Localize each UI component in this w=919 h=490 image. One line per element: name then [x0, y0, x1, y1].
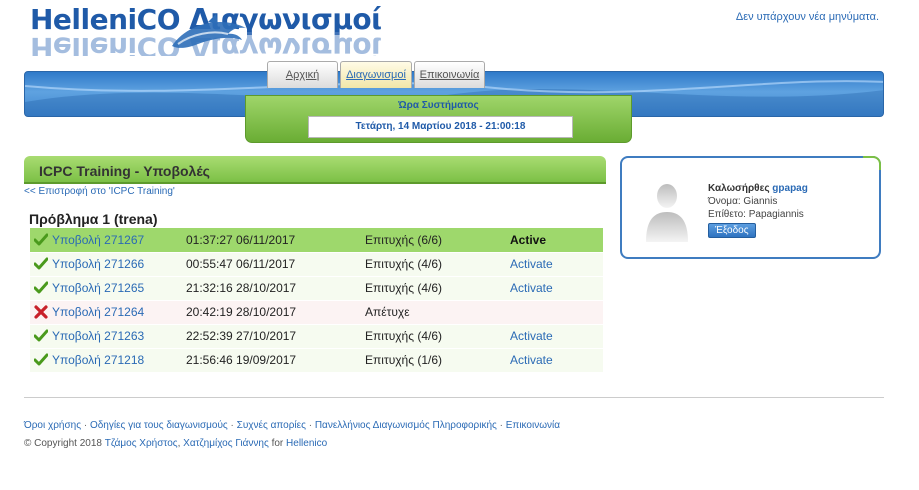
tab-contact[interactable]: Επικοινωνία	[414, 61, 485, 88]
row-status-icon-cell	[30, 276, 52, 301]
submission-time: 20:42:19 28/10/2017	[186, 300, 365, 325]
submission-link[interactable]: Υποβολή 271218	[52, 353, 144, 367]
check-icon	[34, 329, 48, 343]
panel-corner-decoration	[863, 156, 881, 170]
footer-link-faq[interactable]: Συχνές απορίες	[237, 420, 306, 431]
page-title: ICPC Training - Υποβολές	[39, 163, 210, 179]
cross-icon	[34, 305, 48, 320]
activate-link[interactable]: Activate	[510, 257, 553, 271]
footer-separator: ·	[230, 420, 234, 431]
author-separator: ,	[177, 438, 181, 449]
row-status-icon-cell	[30, 300, 52, 325]
messages-notice[interactable]: Δεν υπάρχουν νέα μηνύματα.	[736, 11, 879, 23]
main-panel-header: ICPC Training - Υποβολές	[24, 156, 606, 184]
check-icon	[34, 281, 48, 295]
active-label: Active	[510, 232, 547, 247]
check-icon	[34, 232, 48, 246]
check-icon	[34, 257, 48, 271]
dolphin-icon	[172, 14, 246, 48]
footer-divider	[24, 397, 884, 398]
submission-result: Επιτυχής (6/6)	[365, 228, 510, 253]
submission-time: 00:55:47 06/11/2017	[186, 252, 365, 277]
hellenico-link[interactable]: Hellenico	[286, 438, 327, 449]
last-name-label: Επίθετο:	[708, 209, 746, 220]
activate-link[interactable]: Activate	[510, 329, 553, 343]
footer-link-terms[interactable]: Όροι χρήσης	[24, 420, 81, 431]
footer-link-contact[interactable]: Επικοινωνία	[506, 420, 560, 431]
back-to-contest-link[interactable]: << Επιστροφή στο 'ICPC Training'	[24, 186, 175, 197]
footer-link-instructions[interactable]: Οδηγίες για τους διαγωνισμούς	[90, 420, 228, 431]
activate-link[interactable]: Activate	[510, 281, 553, 295]
table-row: Υποβολή 271218 21:56:46 19/09/2017 Επιτυχή…	[30, 348, 603, 373]
submissions-table: Υποβολή 271267 01:37:27 06/11/2017 Επιτυχή…	[30, 228, 603, 373]
system-clock-value: Τετάρτη, 14 Μαρτίου 2018 - 21:00:18	[308, 116, 573, 138]
site-logo[interactable]: HelleniCO Διαγωνισμοί HelleniCO Διαγωνισ…	[28, 2, 413, 56]
last-name-value: Papagiannis	[748, 209, 804, 220]
tab-contests[interactable]: Διαγωνισμοί	[340, 61, 412, 88]
row-status-icon-cell	[30, 252, 52, 277]
logout-button[interactable]: Έξοδος	[708, 223, 756, 238]
system-clock-label: Ώρα Συστήματος	[398, 100, 479, 111]
footer-separator: ·	[499, 420, 503, 431]
submission-result: Επιτυχής (1/6)	[365, 348, 510, 373]
first-name-value: Giannis	[743, 196, 778, 207]
submission-result: Επιτυχής (4/6)	[365, 324, 510, 349]
submission-time: 21:56:46 19/09/2017	[186, 348, 365, 373]
footer-separator: ·	[308, 420, 313, 431]
submission-result: Απέτυχε	[365, 300, 510, 325]
system-clock-panel: Ώρα Συστήματος Τετάρτη, 14 Μαρτίου 2018 …	[245, 95, 632, 143]
table-row: Υποβολή 271266 00:55:47 06/11/2017 Επιτυχή…	[30, 252, 603, 277]
copyright-prefix: © Copyright 2018	[24, 438, 102, 449]
copyright: © Copyright 2018 Τζάμος Χρήστος, Χατζημί…	[24, 438, 327, 449]
submission-link[interactable]: Υποβολή 271266	[52, 257, 144, 271]
submission-link[interactable]: Υποβολή 271267	[52, 233, 144, 247]
check-icon	[34, 353, 48, 367]
submission-link[interactable]: Υποβολή 271264	[52, 305, 144, 319]
submission-time: 21:32:16 28/10/2017	[186, 276, 365, 301]
footer-separator: ·	[83, 420, 88, 431]
problem-title: Πρόβλημα 1 (trena)	[29, 211, 158, 227]
table-row: Υποβολή 271264 20:42:19 28/10/2017 Απέτυχε	[30, 300, 603, 325]
row-status-icon-cell	[30, 348, 52, 373]
user-panel: Καλωσήρθες gpapag Όνομα: Giannis Επίθετο…	[620, 156, 881, 259]
submission-result: Επιτυχής (4/6)	[365, 276, 510, 301]
table-row: Υποβολή 271263 22:52:39 27/10/2017 Επιτυχή…	[30, 324, 603, 349]
submission-link[interactable]: Υποβολή 271265	[52, 281, 144, 295]
author-link-2[interactable]: Χατζημίχος Γιάννης	[183, 438, 269, 449]
activate-link[interactable]: Activate	[510, 353, 553, 367]
tab-home[interactable]: Αρχική	[267, 61, 338, 88]
row-status-icon-cell	[30, 324, 52, 349]
username-link[interactable]: gpapag	[772, 183, 808, 194]
for-text: for	[271, 438, 284, 449]
author-link-1[interactable]: Τζάμος Χρήστος	[105, 438, 178, 449]
avatar	[638, 176, 696, 242]
footer-link-pdp[interactable]: Πανελλήνιος Διαγωνισμός Πληροφορικής	[315, 420, 497, 431]
row-status-icon-cell	[30, 228, 52, 253]
footer-links: Όροι χρήσης · Οδηγίες για τους διαγωνισμ…	[24, 420, 560, 431]
user-info: Καλωσήρθες gpapag Όνομα: Giannis Επίθετο…	[708, 182, 808, 221]
submission-link[interactable]: Υποβολή 271263	[52, 329, 144, 343]
submission-time: 22:52:39 27/10/2017	[186, 324, 365, 349]
submission-result: Επιτυχής (4/6)	[365, 252, 510, 277]
greeting-text: Καλωσήρθες	[708, 183, 770, 194]
table-row: Υποβολή 271265 21:32:16 28/10/2017 Επιτυχή…	[30, 276, 603, 301]
table-row: Υποβολή 271267 01:37:27 06/11/2017 Επιτυχή…	[30, 228, 603, 253]
submission-time: 01:37:27 06/11/2017	[186, 228, 365, 253]
first-name-label: Όνομα:	[708, 196, 741, 207]
